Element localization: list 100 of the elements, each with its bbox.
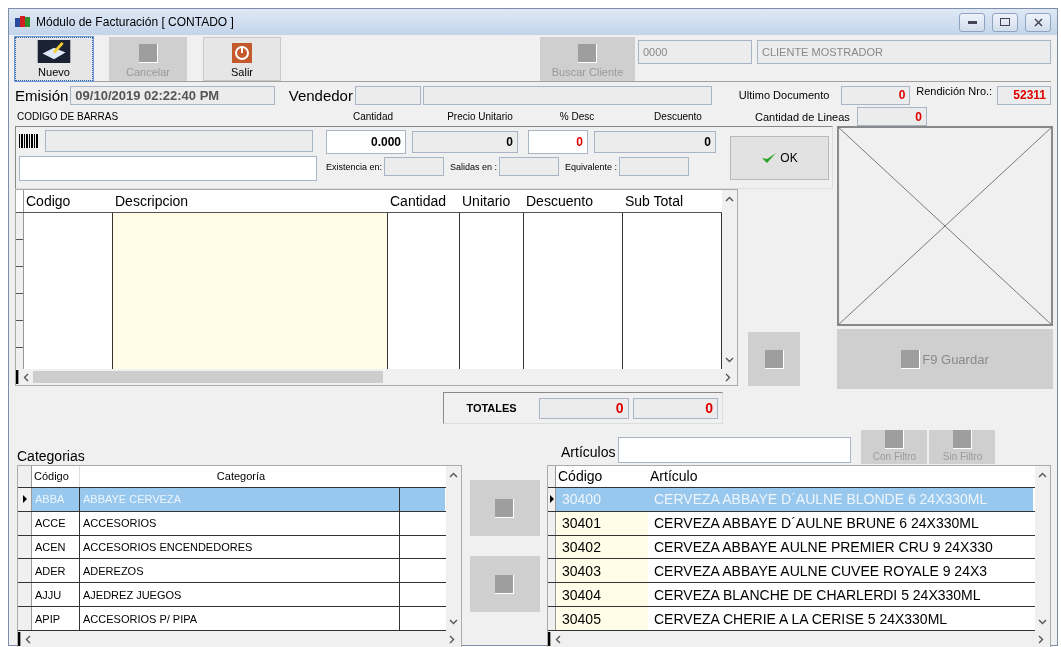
- cantidad-lineas-label: Cantidad de Lineas: [755, 110, 851, 123]
- code-cell: AJJU: [32, 583, 80, 607]
- stock-label: Equivalente :: [565, 161, 618, 172]
- row-header[interactable]: [18, 535, 32, 559]
- scroll-up-icon[interactable]: [1038, 472, 1047, 478]
- column-header[interactable]: Descuento: [524, 190, 623, 212]
- scroll-right-icon[interactable]: [449, 634, 455, 644]
- list-row[interactable]: ACCE ACCESORIOS: [18, 511, 446, 536]
- scroll-down-icon[interactable]: [725, 357, 734, 363]
- scroll-down-icon[interactable]: [449, 619, 458, 625]
- minimize-button[interactable]: [959, 12, 985, 32]
- column-header[interactable]: Código: [556, 466, 648, 487]
- column-header[interactable]: Cantidad: [388, 190, 460, 212]
- minimize-icon: [967, 20, 977, 24]
- row-header[interactable]: [548, 487, 556, 511]
- scroll-right-icon[interactable]: [1038, 634, 1044, 644]
- name-cell: ACCESORIOS P/ PIPA: [80, 607, 400, 630]
- list-row[interactable]: 30402 CERVEZA ABBAYE AULNE PREMIER CRU 9 24X330: [548, 535, 1035, 560]
- name-cell: AJEDREZ JUEGOS: [80, 583, 400, 607]
- list-row[interactable]: ADER ADEREZOS: [18, 559, 446, 584]
- toolbar-button[interactable]: Nuevo: [15, 37, 93, 81]
- window-title: Módulo de Facturación [ CONTADO ]: [36, 15, 235, 29]
- scroll-right-icon[interactable]: [725, 372, 731, 382]
- scroll-left-icon[interactable]: [25, 634, 31, 644]
- total-field: 0: [539, 397, 629, 419]
- scroll-up-icon[interactable]: [449, 472, 458, 478]
- barcode-field[interactable]: [45, 130, 313, 152]
- list-row[interactable]: ACEN ACCESORIOS ENCENDEDORES: [18, 535, 446, 560]
- entry-field[interactable]: 0: [412, 131, 518, 153]
- scroll-up-icon[interactable]: [725, 196, 734, 202]
- vendedor-code-field[interactable]: [354, 85, 421, 105]
- row-header[interactable]: [18, 487, 32, 511]
- row-header[interactable]: [548, 583, 556, 607]
- column-header[interactable]: Código: [32, 466, 80, 487]
- list-row[interactable]: 30403 CERVEZA ABBAYE AULNE CUVEE ROYALE 9 24X3: [548, 559, 1035, 584]
- column-header[interactable]: Codigo: [24, 190, 113, 212]
- entry-field[interactable]: 0: [594, 131, 716, 153]
- checkmark-icon: [761, 152, 778, 164]
- cantidad-lineas-field[interactable]: 0: [857, 107, 927, 126]
- vendedor-name-field[interactable]: [422, 85, 712, 105]
- placeholder-icon: [495, 574, 514, 594]
- articulos-search-field[interactable]: [618, 437, 852, 463]
- code-cell: ACEN: [32, 535, 80, 559]
- list-row[interactable]: 30401 CERVEZA ABBAYE D´AULNE BRUNE 6 24X330ML: [548, 511, 1035, 536]
- column-header[interactable]: Unitario: [460, 190, 524, 212]
- column-header[interactable]: Descripcion: [113, 190, 388, 212]
- name-cell-text: CERVEZA BLANCHE DE CHARLERDI 5 24X330ML: [653, 585, 982, 605]
- vendedor-label: Vendedor: [288, 86, 353, 104]
- articulos-label: Artículos: [561, 444, 616, 460]
- column-label: Cantidad: [352, 111, 394, 122]
- barcode-icon: [19, 134, 39, 148]
- stock-field[interactable]: [619, 157, 690, 176]
- row-header[interactable]: [18, 559, 32, 583]
- scroll-down-icon[interactable]: [1038, 619, 1047, 625]
- close-button[interactable]: [1025, 12, 1051, 32]
- header-corner: [18, 466, 32, 487]
- name-cell: ABBAYE CERVEZA: [80, 487, 400, 511]
- stock-field[interactable]: [384, 157, 445, 176]
- description-field[interactable]: [19, 156, 317, 181]
- column-header[interactable]: Artículo: [648, 466, 1033, 487]
- categorias-title: Categorias: [17, 448, 86, 465]
- stock-label: Existencia en:: [326, 161, 383, 172]
- rendicion-field[interactable]: 52311: [997, 85, 1051, 105]
- scrollbar-thumb[interactable]: [33, 371, 383, 383]
- list-row[interactable]: 30404 CERVEZA BLANCHE DE CHARLERDI 5 24X330ML: [548, 583, 1035, 608]
- code-cell: 30404: [556, 583, 648, 607]
- row-header[interactable]: [18, 511, 32, 535]
- totals-label: TOTALES: [465, 402, 518, 414]
- power-icon: [232, 43, 252, 63]
- placeholder-icon: [952, 430, 972, 449]
- row-header[interactable]: [18, 583, 32, 607]
- list-row[interactable]: AJJU AJEDREZ JUEGOS: [18, 583, 446, 608]
- toolbar-button[interactable]: Salir: [203, 37, 281, 81]
- entry-field[interactable]: 0.000: [326, 130, 406, 154]
- scroll-left-icon[interactable]: [23, 372, 29, 382]
- name-cell-text: CERVEZA ABBAYE D´AULNE BRUNE 6 24X330ML: [653, 514, 980, 534]
- code-cell: 30401: [556, 511, 648, 535]
- code-cell: 30402: [556, 535, 648, 559]
- name-cell-text: CERVEZA CHERIE A LA CERISE 5 24X330ML: [653, 609, 949, 629]
- code-cell: ABBA: [32, 487, 80, 511]
- code-cell: ADER: [32, 559, 80, 583]
- maximize-button[interactable]: [992, 12, 1018, 32]
- ok-button[interactable]: OK: [730, 136, 829, 180]
- ultimo-documento-field[interactable]: 0: [840, 85, 911, 105]
- app-icon: [15, 15, 31, 29]
- code-cell: 30400: [556, 487, 648, 511]
- entry-field[interactable]: 0: [528, 130, 588, 154]
- stock-field[interactable]: [499, 157, 560, 176]
- row-header[interactable]: [548, 511, 556, 535]
- placeholder-icon: [884, 430, 904, 449]
- name-cell-text: CERVEZA ABBAYE AULNE PREMIER CRU 9 24X330: [653, 538, 994, 558]
- scroll-left-icon[interactable]: [555, 634, 561, 644]
- column-header[interactable]: Categoría: [80, 466, 400, 487]
- column-label: % Desc: [558, 111, 596, 122]
- column-header[interactable]: Sub Total: [623, 190, 722, 212]
- row-header[interactable]: [548, 535, 556, 559]
- maximize-icon: [1000, 18, 1010, 26]
- row-header[interactable]: [548, 559, 556, 583]
- emision-date-field[interactable]: 09/10/2019 02:22:40 PM: [70, 85, 275, 105]
- placeholder-icon: [495, 498, 514, 518]
